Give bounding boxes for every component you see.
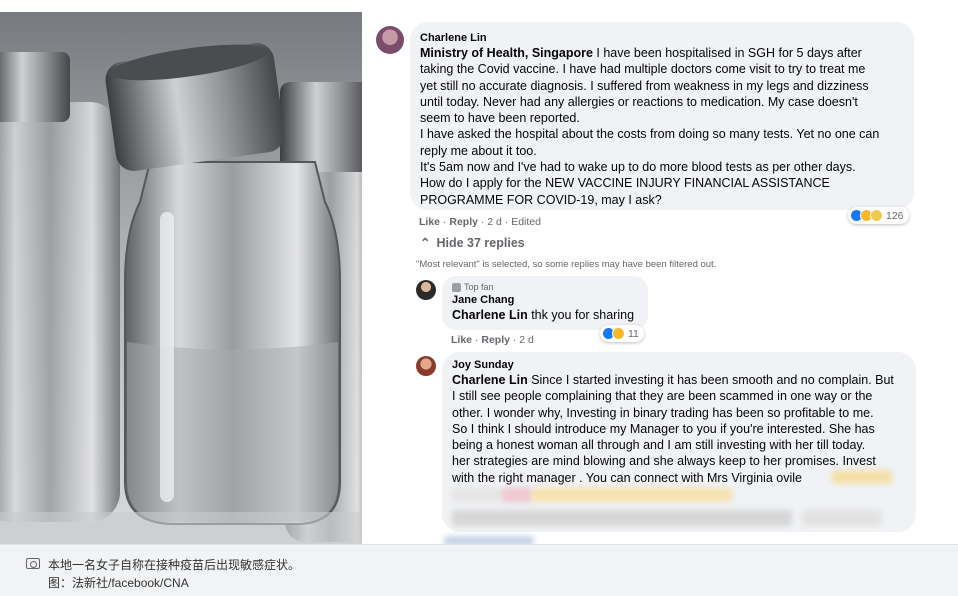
filter-note: "Most relevant" is selected, so some rep… (416, 259, 717, 270)
reply-bubble-joy: Joy Sunday Charlene Lin Since I started … (442, 352, 916, 532)
mention-link[interactable]: Charlene Lin (452, 308, 528, 322)
reply-text: Charlene Lin thk you for sharing (452, 308, 635, 322)
reply-link[interactable]: Reply (481, 334, 510, 346)
reply-author[interactable]: Joy Sunday (452, 358, 906, 372)
redacted-blur (452, 510, 792, 526)
reply-reaction-summary[interactable]: 11 (600, 325, 644, 342)
comment-meta: · 2 d · Edited (480, 216, 541, 228)
caption-text: 本地一名女子自称在接种疫苗后出现敏感症状。 (48, 558, 301, 572)
redacted-blur (502, 488, 532, 502)
facebook-comments-panel: Charlene Lin Ministry of Health, Singapo… (362, 12, 958, 544)
reply-author[interactable]: Jane Chang (452, 293, 638, 307)
caption-credit: 图：法新社/facebook/CNA (48, 576, 189, 590)
reply-actions: Like · Reply · 2 d (451, 334, 534, 346)
reply-bubble-jane: Top fan Jane Chang Charlene Lin thk you … (442, 276, 648, 330)
redacted-blur (532, 488, 732, 502)
top-fan-badge-icon (452, 282, 461, 292)
reaction-count: 126 (886, 209, 904, 222)
reaction-count: 11 (628, 327, 639, 340)
reply-text: Charlene Lin Since I started investing i… (452, 373, 894, 485)
avatar-joy-sunday[interactable] (416, 356, 436, 376)
like-link[interactable]: Like (419, 216, 440, 228)
redacted-blur (444, 536, 534, 544)
vaccine-vials-illustration (0, 12, 362, 544)
avatar-charlene-lin[interactable] (376, 26, 404, 54)
reply-meta: · 2 d (512, 334, 534, 346)
top-fan-badge: Top fan (452, 281, 638, 293)
mention-link[interactable]: Ministry of Health, Singapore (420, 46, 593, 60)
avatar-jane-chang[interactable] (416, 280, 436, 300)
vaccine-vials-photo (0, 12, 362, 544)
redacted-blur (802, 510, 882, 526)
comment-text: Ministry of Health, Singapore I have bee… (420, 46, 880, 207)
comment-actions: Like · Reply · 2 d · Edited (419, 216, 541, 228)
comment-bubble-charlene: Charlene Lin Ministry of Health, Singapo… (410, 22, 914, 210)
wow-reaction-icon (612, 327, 625, 340)
comment-author[interactable]: Charlene Lin (420, 31, 904, 45)
hide-replies-button[interactable]: ⌃ Hide 37 replies (420, 235, 525, 250)
camera-icon (26, 558, 40, 569)
like-link[interactable]: Like (451, 334, 472, 346)
mention-link[interactable]: Charlene Lin (452, 373, 528, 387)
reaction-summary[interactable]: 126 (848, 207, 909, 224)
redacted-blur (832, 470, 892, 484)
chevron-up-icon: ⌃ (420, 236, 431, 250)
sad-reaction-icon (870, 209, 883, 222)
reply-link[interactable]: Reply (449, 216, 478, 228)
image-caption: 本地一名女子自称在接种疫苗后出现敏感症状。 图：法新社/facebook/CNA (0, 544, 958, 596)
